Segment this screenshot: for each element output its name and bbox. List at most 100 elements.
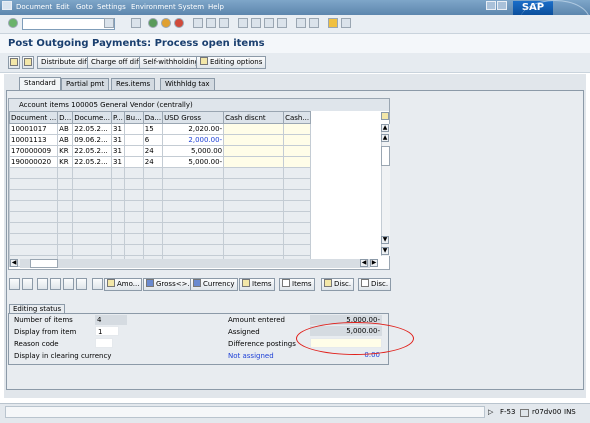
scroll-down-icon[interactable]: ▼ [381,247,389,255]
scroll-left-icon[interactable]: ◀ [10,259,18,267]
previous-page-icon[interactable] [251,18,261,28]
edit-icon-button[interactable] [22,56,34,69]
deactivate-items-label: Items [292,280,312,288]
window-menu-icon[interactable] [2,1,12,10]
sort-icon[interactable] [50,278,61,290]
amount-button[interactable]: Amo... [104,278,143,291]
tab-standard[interactable]: Standard [19,77,61,91]
col-header-p[interactable]: P... [111,111,125,124]
tab-withholding-tax[interactable]: Withhldg tax [160,78,215,90]
cell-cash-discnt-input[interactable] [223,134,285,146]
new-session-icon[interactable] [296,18,306,28]
currency-button[interactable]: Currency [190,278,238,291]
col-header-cash-discnt[interactable]: Cash discnt [223,111,285,124]
activate-discount-button[interactable]: Disc. [321,278,355,291]
cell-cash-input[interactable] [283,134,312,146]
system-info-arrow-icon[interactable]: ▷ [488,406,493,418]
last-page-icon[interactable] [277,18,287,28]
activate-items-button[interactable]: Items [239,278,275,291]
layout-icon[interactable] [341,18,351,28]
minimize-icon[interactable] [486,1,496,10]
first-page-icon[interactable] [238,18,248,28]
server-icon[interactable] [520,409,529,417]
deactivate-items-button[interactable]: Items [279,278,315,291]
col-header-da[interactable]: Da... [142,111,164,124]
menu-edit[interactable]: Edit [56,3,70,11]
col-header-docdate[interactable]: Docume... [72,111,113,124]
cell-document: 10001017 [8,123,59,135]
table-row[interactable]: 190000020 KR 22.05.2... 31 24 5,000.00- [8,156,312,168]
tab-partial-pmt[interactable]: Partial pmt [61,78,110,90]
menu-goto[interactable]: Goto [76,3,93,11]
horizontal-scroll-track[interactable] [20,259,370,268]
person-icon-button[interactable] [8,56,20,69]
table-settings-icon[interactable] [381,112,389,120]
menu-environment[interactable]: Environment [131,3,176,11]
find-next-icon[interactable] [219,18,229,28]
scroll-up-small-icon[interactable]: ▲ [381,134,389,142]
menu-help[interactable]: Help [208,3,224,11]
editing-options-button[interactable]: Editing options [196,56,267,69]
menu-document[interactable]: Document [16,3,52,11]
col-header-cash[interactable]: Cash... [283,111,312,124]
print-icon[interactable] [193,18,203,28]
filter-icon[interactable] [76,278,87,290]
reason-code-label: Reason code [14,340,59,348]
back-arrow-icon[interactable] [121,18,127,28]
reason-code-input[interactable] [95,338,113,348]
exit-icon[interactable] [161,18,171,28]
maximize-icon[interactable] [497,1,507,10]
cell-cash-input[interactable] [283,145,312,157]
menu-system[interactable]: System [178,3,204,11]
scroll-right-icon[interactable]: ▶ [370,259,378,267]
next-page-icon[interactable] [264,18,274,28]
pencil-icon [200,57,208,65]
cancel-icon[interactable] [174,18,184,28]
gross-net-button[interactable]: Gross<>.. [143,278,195,291]
col-header-usd-gross[interactable]: USD Gross [162,111,225,124]
activate-discount-icon [324,279,332,287]
scroll-down-small-icon[interactable]: ▼ [381,236,389,244]
editing-options-label: Editing options [210,58,263,66]
table-row[interactable]: 10001017 AB 22.05.2... 31 15 2,020.00- [8,123,312,135]
cell-cash-input[interactable] [283,156,312,168]
table-empty-row [8,233,312,245]
display-from-item-input[interactable]: 1 [95,326,119,336]
select-block-icon[interactable] [37,278,48,290]
col-header-d[interactable]: D... [57,111,74,124]
command-dropdown-icon[interactable] [104,18,114,28]
vertical-scroll-thumb[interactable] [381,146,390,166]
cell-cash-discnt-input[interactable] [223,145,285,157]
table-row[interactable]: 170000009 KR 22.05.2... 31 24 5,000.00 [8,145,312,157]
back-icon[interactable] [148,18,158,28]
command-field[interactable] [22,18,115,30]
deactivate-discount-icon [361,279,369,287]
col-header-document[interactable]: Document ... [8,111,59,124]
help-icon[interactable] [328,18,338,28]
select-all-icon[interactable] [9,278,20,290]
scroll-left-end-icon[interactable]: ◀ [360,259,368,267]
col-header-bu[interactable]: Bu... [123,111,144,124]
cell-cash-discnt-input[interactable] [223,156,285,168]
deactivate-discount-button[interactable]: Disc. [358,278,392,291]
save-icon[interactable] [131,18,141,28]
find-icon[interactable] [206,18,216,28]
cell-days: 24 [142,156,164,168]
cell-cash-input[interactable] [283,123,312,135]
enter-icon[interactable] [8,18,18,28]
sort-descending-icon[interactable] [63,278,74,290]
binoculars-icon [107,279,115,287]
find-items-icon[interactable] [92,278,103,290]
horizontal-scroll-thumb[interactable] [30,259,58,268]
cell-cash-discnt-input[interactable] [223,123,285,135]
menu-settings[interactable]: Settings [97,3,126,11]
shortcut-icon[interactable] [309,18,319,28]
cell-docdate: 09.06.2... [72,134,113,146]
scroll-up-icon[interactable]: ▲ [381,124,389,132]
table-row[interactable]: 10001113 AB 09.06.2... 31 6 2,000.00- [8,134,312,146]
self-withholding-button[interactable]: Self-withholding [139,56,204,69]
tab-res-items[interactable]: Res.items [111,78,156,90]
status-message-area [5,406,485,418]
deselect-all-icon[interactable] [22,278,33,290]
cell-doctype: KR [57,156,74,168]
